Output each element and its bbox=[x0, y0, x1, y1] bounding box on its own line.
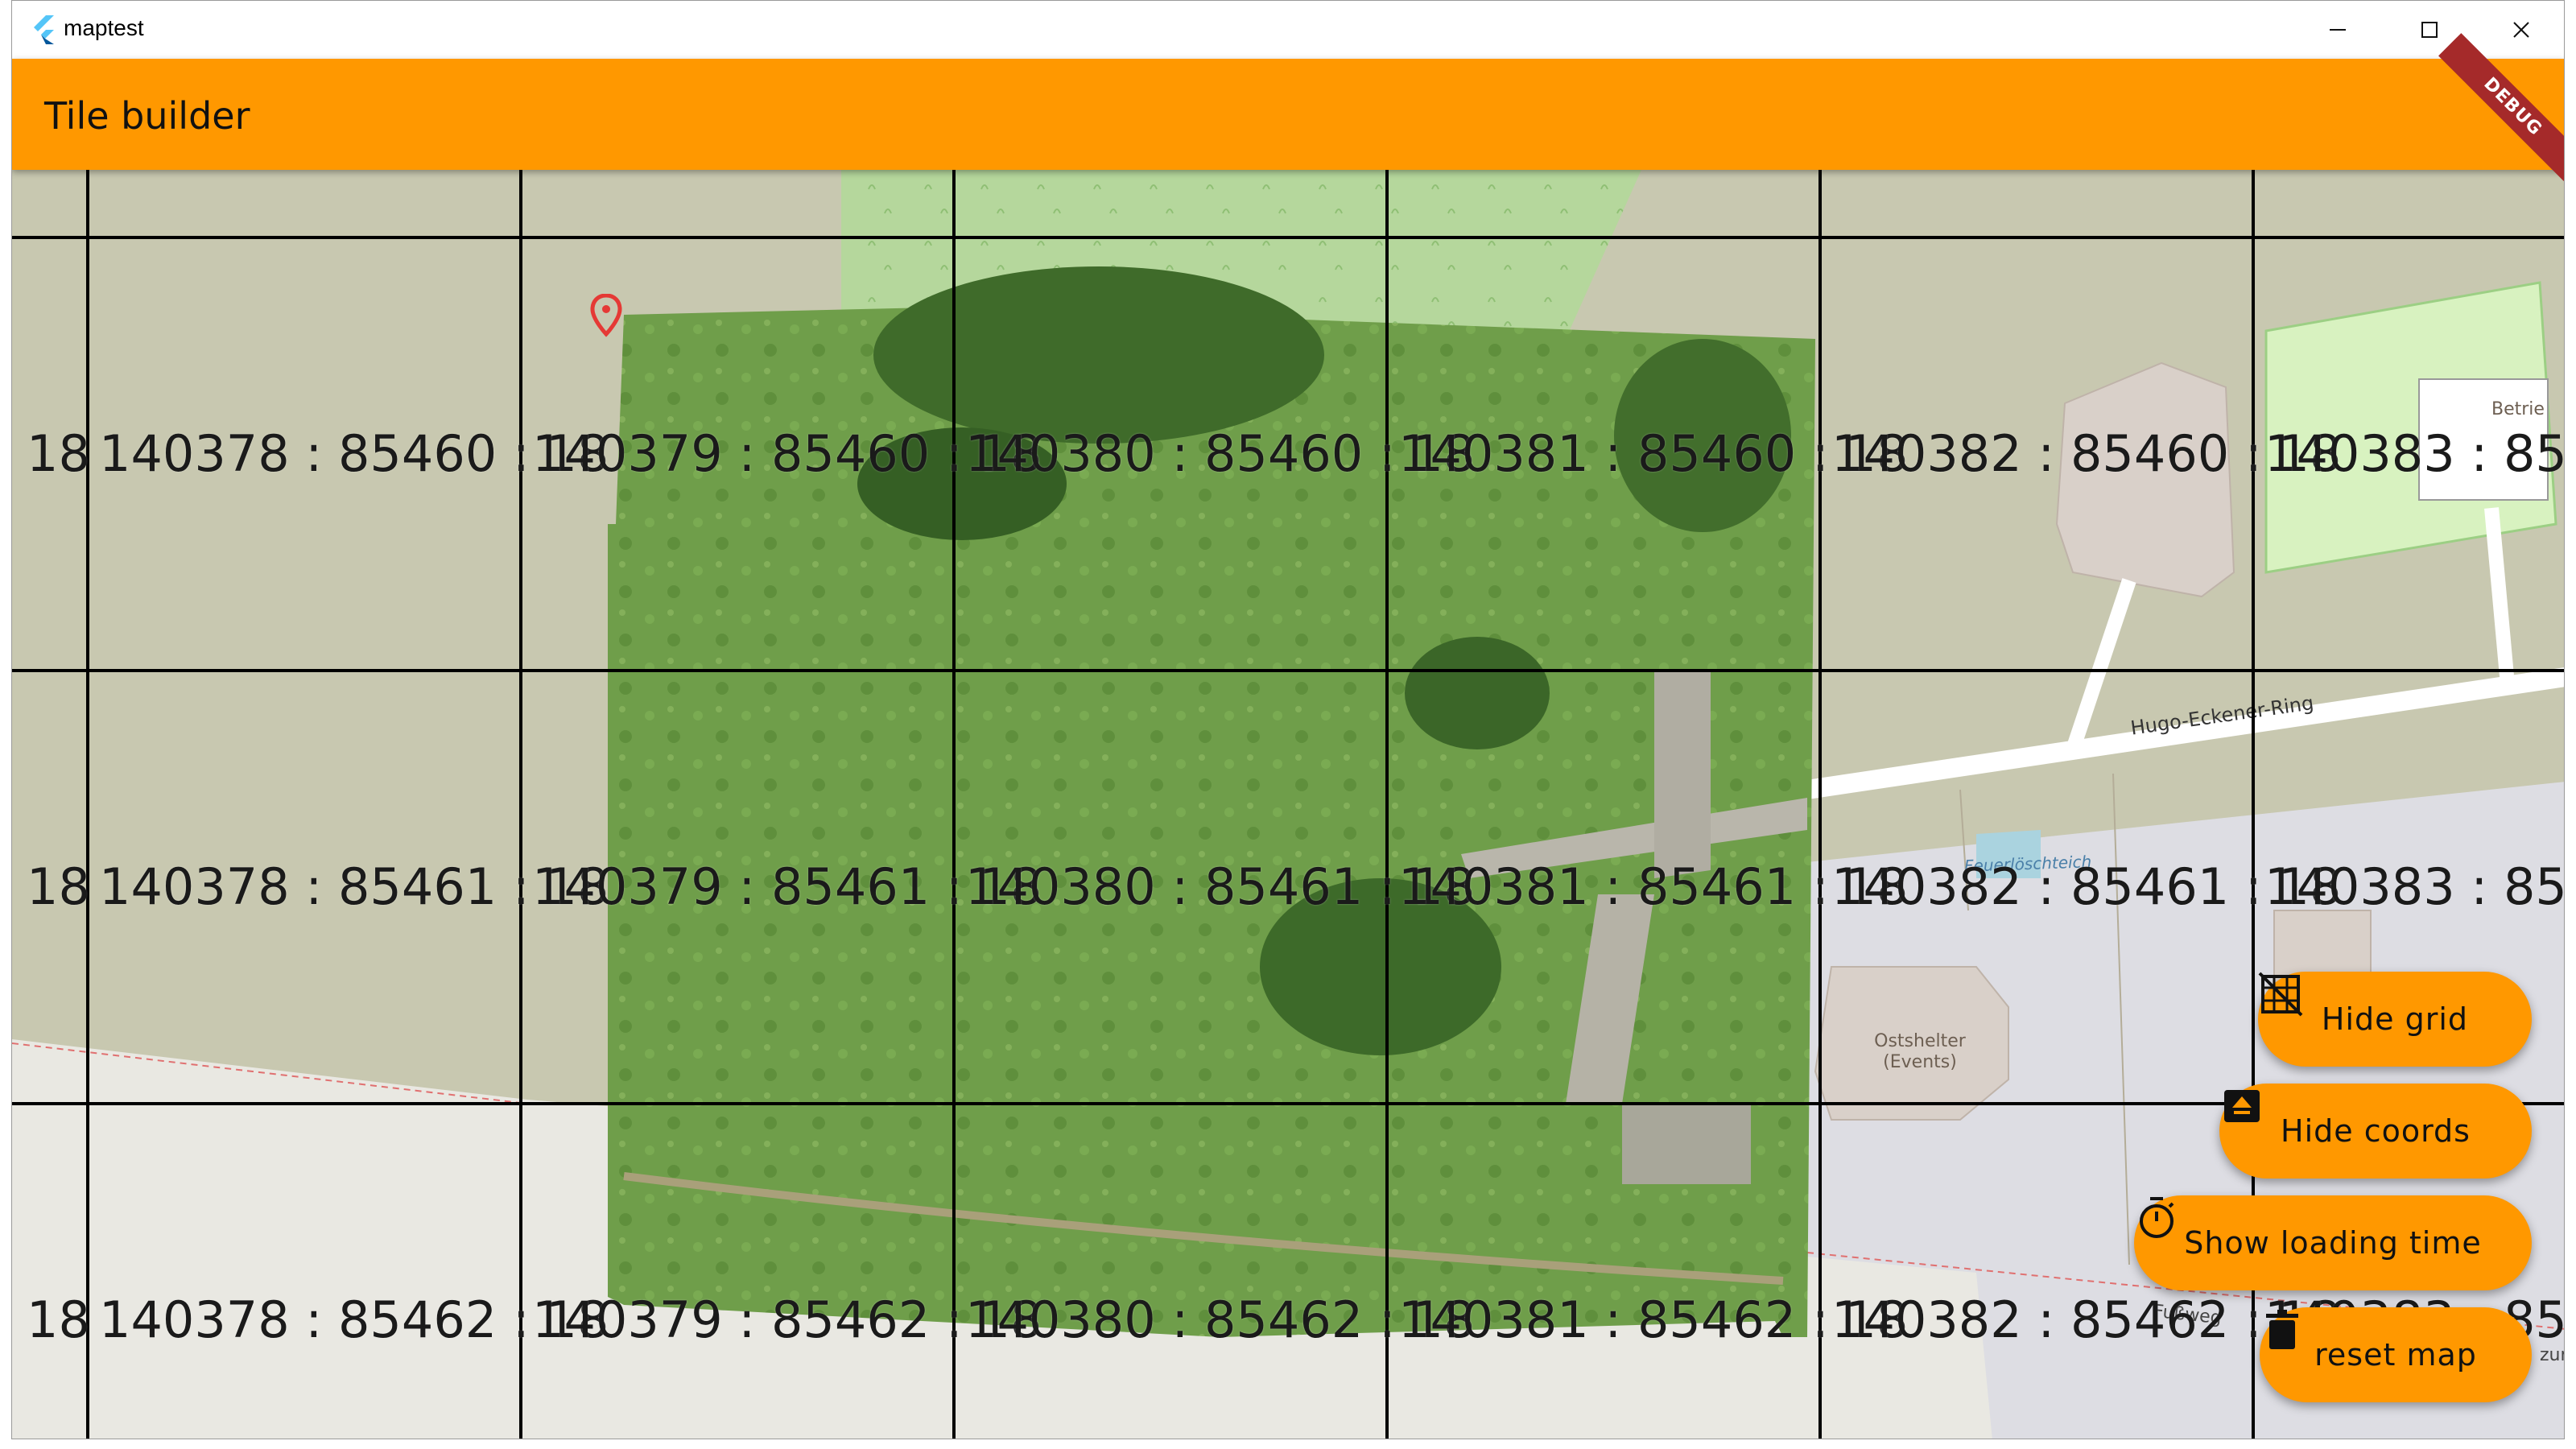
grid-off-icon bbox=[2258, 972, 2303, 1017]
window-title: maptest bbox=[64, 15, 144, 40]
layers-clear-icon bbox=[2224, 1090, 2260, 1122]
tile-coord-label: 140383 : 8546 bbox=[2264, 857, 2564, 916]
hide-coords-label: Hide coords bbox=[2281, 1113, 2471, 1149]
title-bar: maptest bbox=[12, 1, 2564, 59]
close-button[interactable] bbox=[2475, 1, 2564, 59]
minimize-icon bbox=[2330, 29, 2346, 31]
app-bar: Tile builder DEBUG bbox=[12, 33, 2564, 181]
flutter-logo-icon bbox=[34, 15, 54, 44]
hide-grid-label: Hide grid bbox=[2321, 1001, 2469, 1037]
hide-grid-button[interactable]: Hide grid bbox=[2258, 972, 2532, 1067]
reset-map-label: reset map bbox=[2314, 1337, 2477, 1373]
tile-coord-label: 18 bbox=[27, 857, 90, 916]
reset-map-button[interactable]: reset map bbox=[2260, 1307, 2532, 1402]
page-title: Tile builder bbox=[44, 94, 250, 138]
maximize-icon bbox=[2421, 22, 2438, 38]
tile-coord-label: 18 bbox=[27, 424, 90, 483]
tile-coord-label: 18 bbox=[27, 1290, 90, 1349]
minimize-button[interactable] bbox=[2292, 1, 2384, 59]
show-loading-time-button[interactable]: Show loading time bbox=[2134, 1195, 2532, 1290]
close-icon bbox=[2513, 22, 2529, 38]
app-window: maptest Tile builder DEBUG Betrie Hugo-E… bbox=[11, 0, 2565, 1439]
timer-icon bbox=[2140, 1197, 2174, 1238]
delete-icon bbox=[2266, 1310, 2298, 1349]
hide-coords-button[interactable]: Hide coords bbox=[2219, 1084, 2532, 1179]
tile-coord-label: 140383 : 8546 bbox=[2264, 424, 2564, 483]
map-view[interactable]: Betrie Hugo-Eckener-Ring Feuerlöschteich… bbox=[12, 170, 2564, 1439]
show-loading-time-label: Show loading time bbox=[2184, 1225, 2482, 1261]
